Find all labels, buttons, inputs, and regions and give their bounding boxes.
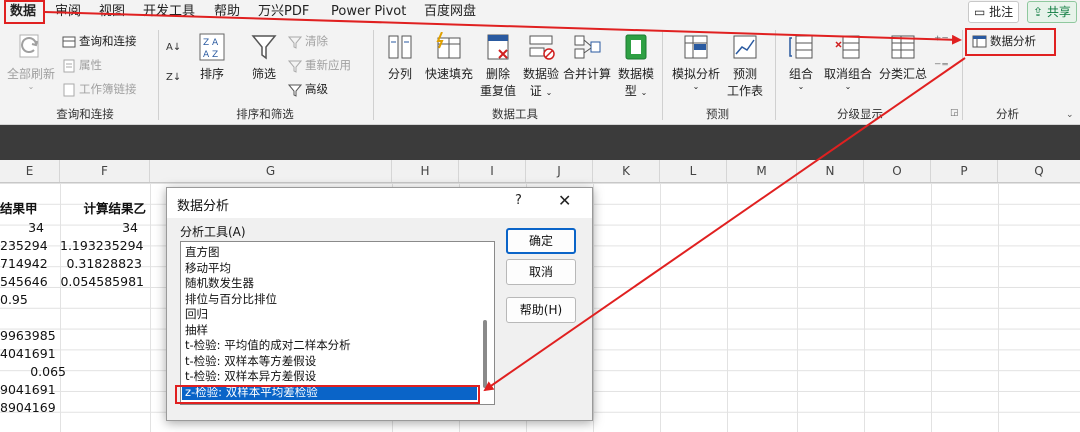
annotation-arrows (44, 11, 966, 392)
annotation-arrow-analysis-to-ztest (483, 57, 966, 392)
annotation-arrow-tab-to-analysis (44, 11, 962, 45)
